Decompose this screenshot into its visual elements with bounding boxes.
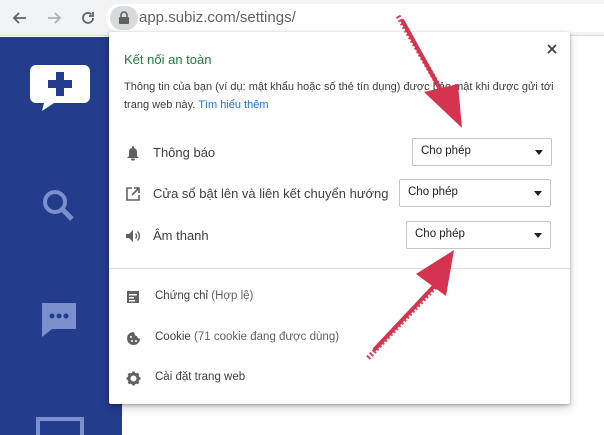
search-icon[interactable] [40,187,76,223]
popup-icon [125,186,141,202]
sound-select[interactable]: Cho phép [406,221,551,249]
description-text: Thông tin của bạn (ví dụ: mật khẩu hoặc … [124,81,554,111]
arrow-right-icon [48,12,62,24]
certificate-row[interactable]: Chứng chỉ (Hợp lệ) [109,279,570,315]
gear-icon [125,370,141,386]
speaker-icon [125,228,141,244]
popup-description: Thông tin của bạn (ví dụ: mật khẩu hoặc … [124,78,554,114]
arrow-left-icon [12,12,26,24]
select-value: Cho phép [415,228,465,240]
popup-title: Kết nối an toàn [124,52,212,67]
certificate-icon [125,289,141,305]
cookie-row[interactable]: Cookie (71 cookie đang được dùng) [109,320,570,356]
popups-select[interactable]: Cho phép [399,179,551,207]
certificate-status: (Hợp lệ) [211,290,254,302]
cookie-count: (71 cookie đang được dùng) [194,331,340,343]
cookie-label: Cookie [155,331,191,343]
site-settings-label: Cài đặt trang web [155,371,246,383]
url-text[interactable]: app.subiz.com/settings/ [139,9,296,26]
lock-icon [119,11,129,24]
address-bar[interactable]: app.subiz.com/settings/ [106,4,604,32]
divider [109,268,570,269]
select-value: Cho phép [408,186,458,198]
back-button[interactable] [8,6,32,30]
page-background [569,37,604,435]
app-sidebar [0,37,122,435]
permission-row-notifications: Thông báo Cho phép [109,137,570,169]
chevron-down-icon [534,233,542,238]
info-label: Chứng chỉ (Hợp lệ) [155,290,253,302]
chat-plus-icon[interactable] [28,61,92,113]
forward-button[interactable] [42,6,66,30]
info-label: Cookie (71 cookie đang được dùng) [155,331,339,343]
chevron-down-icon [535,150,543,155]
reload-button[interactable] [76,6,100,30]
list-icon[interactable] [36,417,84,435]
permission-label: Âm thanh [153,228,209,243]
reload-icon [82,12,94,24]
site-info-button[interactable] [110,6,138,30]
browser-toolbar: app.subiz.com/settings/ [0,0,604,36]
permission-label: Cửa sổ bật lên và liên kết chuyển hướng [153,186,389,201]
message-icon[interactable] [38,299,80,341]
notifications-select[interactable]: Cho phép [412,138,552,166]
cookie-icon [125,330,141,346]
learn-more-link[interactable]: Tìm hiểu thêm [198,99,268,111]
close-icon [547,44,557,54]
bell-icon [125,145,141,161]
close-button[interactable] [543,40,561,58]
permission-row-popups: Cửa sổ bật lên và liên kết chuyển hướng … [109,178,570,210]
certificate-label: Chứng chỉ [155,290,209,302]
chevron-down-icon [534,191,542,196]
site-settings-row[interactable]: Cài đặt trang web [109,360,570,396]
permission-row-sound: Âm thanh Cho phép [109,220,570,252]
select-value: Cho phép [421,145,471,157]
permission-label: Thông báo [153,145,216,160]
site-info-popup: Kết nối an toàn Thông tin của bạn (ví dụ… [109,32,570,404]
